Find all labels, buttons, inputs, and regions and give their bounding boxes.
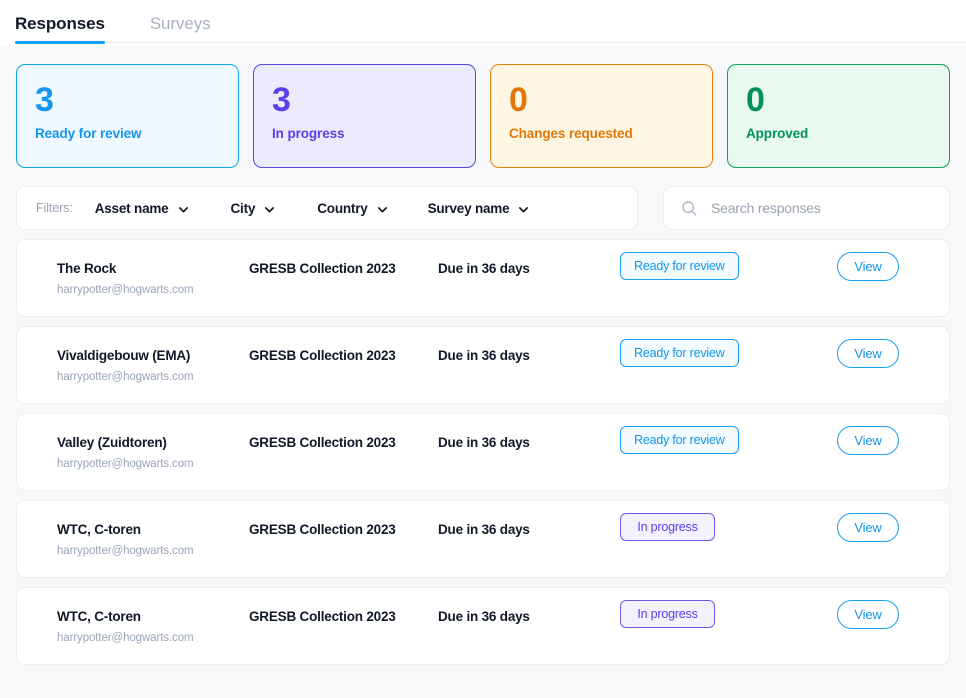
chevron-down-icon (518, 203, 529, 214)
tab-responses[interactable]: Responses (15, 0, 105, 44)
stat-label: Approved (746, 126, 809, 141)
row-asset-name: WTC, C-toren (57, 609, 141, 624)
view-button[interactable]: View (837, 339, 899, 368)
stat-label: In progress (272, 126, 345, 141)
table-row[interactable]: Vivaldigebouw (EMA) harrypotter@hogwarts… (16, 326, 950, 404)
filter-city-label: City (230, 200, 256, 216)
row-due-date: Due in 36 days (438, 435, 530, 450)
row-asset-name: The Rock (57, 261, 117, 276)
stat-card-ready-for-review[interactable]: 3 Ready for review (16, 64, 239, 168)
filter-country-label: Country (317, 200, 368, 216)
responses-list: The Rock harrypotter@hogwarts.com GRESB … (0, 230, 966, 665)
stat-card-group: 3 Ready for review 3 In progress 0 Chang… (0, 46, 966, 168)
row-survey-name: GRESB Collection 2023 (249, 522, 396, 537)
status-badge[interactable]: Ready for review (620, 252, 739, 280)
row-survey-name: GRESB Collection 2023 (249, 348, 396, 363)
stat-card-in-progress[interactable]: 3 In progress (253, 64, 476, 168)
stat-count: 3 (272, 81, 291, 119)
row-asset-name: Vivaldigebouw (EMA) (57, 348, 191, 363)
chevron-down-icon (377, 203, 388, 214)
filter-country[interactable]: Country (317, 201, 387, 216)
filter-city[interactable]: City (231, 201, 276, 216)
table-row[interactable]: The Rock harrypotter@hogwarts.com GRESB … (16, 239, 950, 317)
stat-card-approved[interactable]: 0 Approved (727, 64, 950, 168)
row-survey-name: GRESB Collection 2023 (249, 435, 396, 450)
tab-responses-label: Responses (15, 14, 105, 33)
row-due-date: Due in 36 days (438, 348, 530, 363)
filter-asset-name[interactable]: Asset name (95, 201, 189, 216)
row-survey-name: GRESB Collection 2023 (249, 609, 396, 624)
row-email: harrypotter@hogwarts.com (57, 458, 194, 470)
stat-count: 0 (746, 81, 765, 119)
filters-bar: Filters: Asset name City Country Survey … (16, 186, 638, 230)
table-row[interactable]: WTC, C-toren harrypotter@hogwarts.com GR… (16, 587, 950, 665)
status-badge[interactable]: Ready for review (620, 339, 739, 367)
status-badge[interactable]: Ready for review (620, 426, 739, 454)
view-button[interactable]: View (837, 426, 899, 455)
status-badge[interactable]: In progress (620, 513, 715, 541)
view-button[interactable]: View (837, 252, 899, 281)
filter-survey-name-label: Survey name (427, 200, 510, 216)
stat-label: Changes requested (509, 126, 633, 141)
tab-surveys[interactable]: Surveys (150, 0, 211, 44)
row-survey-name: GRESB Collection 2023 (249, 261, 396, 276)
chevron-down-icon (264, 203, 275, 214)
chevron-down-icon (178, 203, 189, 214)
search-icon (681, 200, 698, 217)
filter-survey-name[interactable]: Survey name (428, 201, 530, 216)
view-button[interactable]: View (837, 513, 899, 542)
table-row[interactable]: WTC, C-toren harrypotter@hogwarts.com GR… (16, 500, 950, 578)
filter-asset-name-label: Asset name (94, 200, 169, 216)
status-badge[interactable]: In progress (620, 600, 715, 628)
row-due-date: Due in 36 days (438, 609, 530, 624)
row-email: harrypotter@hogwarts.com (57, 284, 194, 296)
row-email: harrypotter@hogwarts.com (57, 371, 194, 383)
view-button[interactable]: View (837, 600, 899, 629)
row-due-date: Due in 36 days (438, 261, 530, 276)
tab-bar: Responses Surveys (0, 0, 966, 46)
row-asset-name: Valley (Zuidtoren) (57, 435, 167, 450)
stat-count: 0 (509, 81, 528, 119)
stat-label: Ready for review (35, 126, 142, 141)
row-due-date: Due in 36 days (438, 522, 530, 537)
row-email: harrypotter@hogwarts.com (57, 545, 194, 557)
search-box[interactable] (663, 186, 950, 230)
filter-search-row: Filters: Asset name City Country Survey … (0, 168, 966, 230)
table-row[interactable]: Valley (Zuidtoren) harrypotter@hogwarts.… (16, 413, 950, 491)
row-email: harrypotter@hogwarts.com (57, 632, 194, 644)
filters-label: Filters: (36, 201, 73, 215)
tab-surveys-label: Surveys (149, 14, 211, 33)
stat-count: 3 (35, 81, 54, 119)
row-asset-name: WTC, C-toren (57, 522, 141, 537)
stat-card-changes-requested[interactable]: 0 Changes requested (490, 64, 713, 168)
search-input[interactable] (709, 199, 941, 217)
